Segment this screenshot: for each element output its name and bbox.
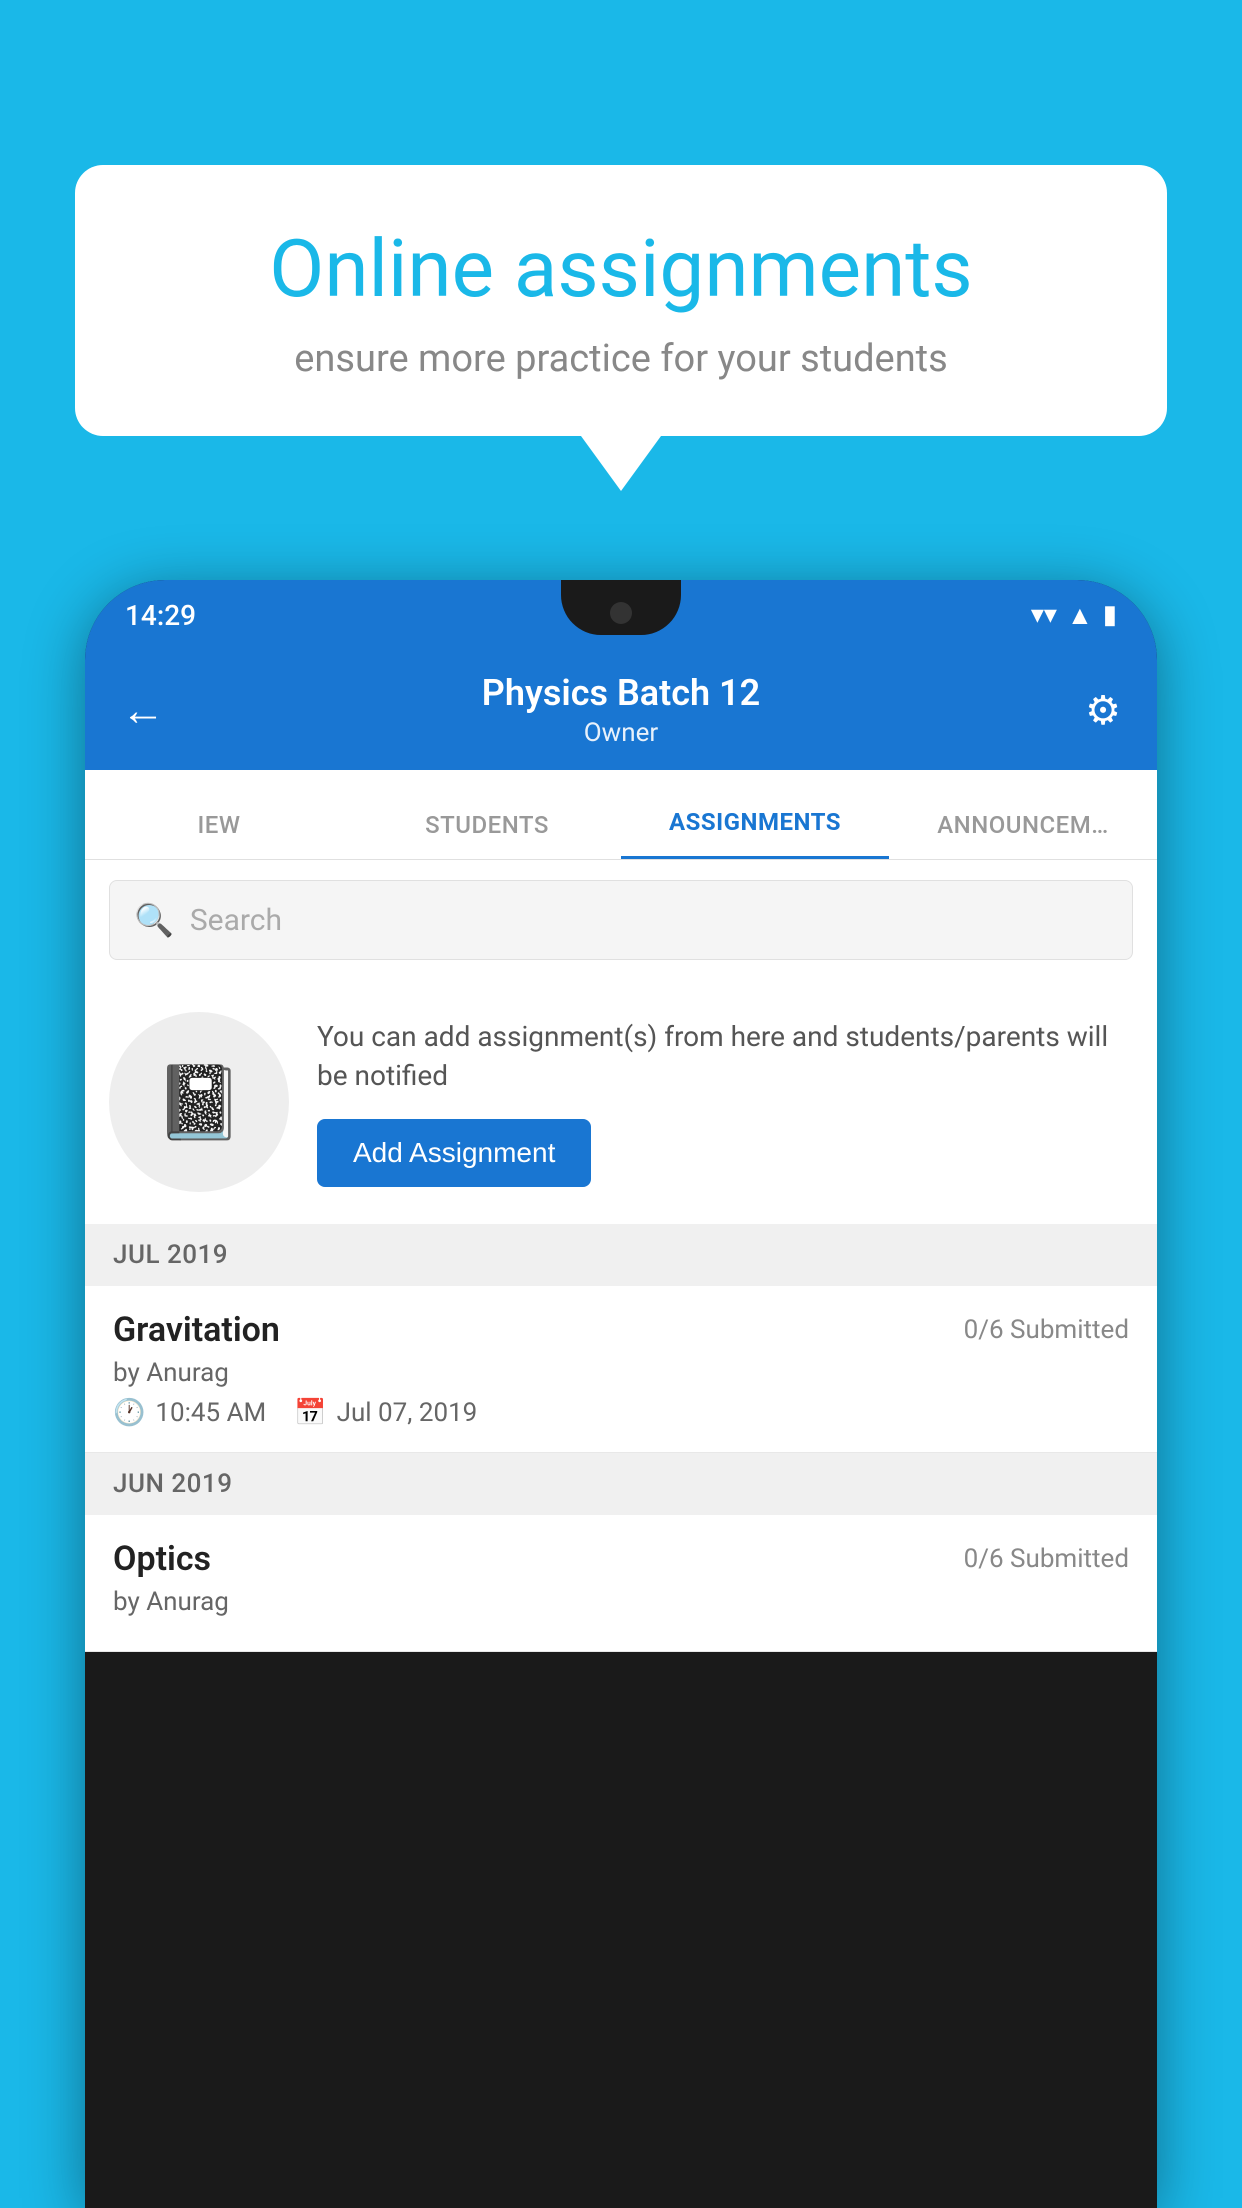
tab-bar: IEW STUDENTS ASSIGNMENTS ANNOUNCEM… — [85, 770, 1157, 860]
search-bar[interactable]: 🔍 Search — [109, 880, 1133, 960]
header-title-group: Physics Batch 12 Owner — [181, 672, 1061, 748]
speech-bubble-container: Online assignments ensure more practice … — [75, 165, 1167, 491]
header-title: Physics Batch 12 — [181, 672, 1061, 714]
speech-bubble: Online assignments ensure more practice … — [75, 165, 1167, 436]
assignment-meta: 🕐 10:45 AM 📅 Jul 07, 2019 — [113, 1398, 1129, 1428]
screen-content: 🔍 Search 📓 You can add assignment(s) fro… — [85, 860, 1157, 1652]
assignment-time: 10:45 AM — [155, 1398, 266, 1428]
header-subtitle: Owner — [181, 718, 1061, 748]
wifi-icon: ▾▾ — [1031, 600, 1057, 630]
speech-bubble-pointer — [581, 436, 661, 491]
status-icons: ▾▾ ▲ ▮ — [1031, 600, 1117, 631]
info-section: 📓 You can add assignment(s) from here an… — [85, 980, 1157, 1224]
calendar-icon: 📅 — [294, 1398, 326, 1428]
assignment-submitted-optics: 0/6 Submitted — [964, 1544, 1129, 1574]
assignment-item-gravitation[interactable]: Gravitation 0/6 Submitted by Anurag 🕐 10… — [85, 1286, 1157, 1453]
tab-item-iew[interactable]: IEW — [85, 770, 353, 859]
info-text-group: You can add assignment(s) from here and … — [317, 1017, 1133, 1187]
info-icon-circle: 📓 — [109, 1012, 289, 1192]
battery-icon: ▮ — [1103, 600, 1117, 630]
status-bar: 14:29 ▾▾ ▲ ▮ — [85, 580, 1157, 650]
speech-bubble-subtitle: ensure more practice for your students — [145, 337, 1097, 381]
assignment-row-top-optics: Optics 0/6 Submitted — [113, 1539, 1129, 1579]
assignment-submitted: 0/6 Submitted — [964, 1315, 1129, 1345]
section-header-jun: JUN 2019 — [85, 1453, 1157, 1515]
assignment-by: by Anurag — [113, 1358, 1129, 1388]
search-container: 🔍 Search — [85, 860, 1157, 980]
section-header-jul: JUL 2019 — [85, 1224, 1157, 1286]
assignment-row-top: Gravitation 0/6 Submitted — [113, 1310, 1129, 1350]
phone-frame: 14:29 ▾▾ ▲ ▮ ← Physics Batch 12 Owner ⚙ … — [85, 580, 1157, 2208]
assignment-by-optics: by Anurag — [113, 1587, 1129, 1617]
search-icon: 🔍 — [134, 901, 174, 939]
status-camera — [610, 602, 632, 624]
assignment-item-optics[interactable]: Optics 0/6 Submitted by Anurag — [85, 1515, 1157, 1652]
tab-item-students[interactable]: STUDENTS — [353, 770, 621, 859]
clock-icon: 🕐 — [113, 1398, 145, 1428]
meta-date: 📅 Jul 07, 2019 — [294, 1398, 477, 1428]
search-placeholder: Search — [190, 903, 282, 938]
signal-icon: ▲ — [1067, 600, 1093, 631]
assignment-name-optics: Optics — [113, 1539, 211, 1579]
status-time: 14:29 — [125, 599, 196, 632]
assignment-date: Jul 07, 2019 — [337, 1398, 478, 1428]
app-header: ← Physics Batch 12 Owner ⚙ — [85, 650, 1157, 770]
back-button[interactable]: ← — [121, 684, 181, 736]
notebook-icon: 📓 — [154, 1060, 244, 1145]
add-assignment-button[interactable]: Add Assignment — [317, 1119, 591, 1187]
status-notch — [561, 580, 681, 635]
tab-item-announcements[interactable]: ANNOUNCEM… — [889, 770, 1157, 859]
assignment-name: Gravitation — [113, 1310, 280, 1350]
meta-time: 🕐 10:45 AM — [113, 1398, 266, 1428]
settings-button[interactable]: ⚙ — [1061, 687, 1121, 734]
tab-item-assignments[interactable]: ASSIGNMENTS — [621, 770, 889, 859]
info-description: You can add assignment(s) from here and … — [317, 1017, 1133, 1095]
speech-bubble-title: Online assignments — [145, 225, 1097, 313]
